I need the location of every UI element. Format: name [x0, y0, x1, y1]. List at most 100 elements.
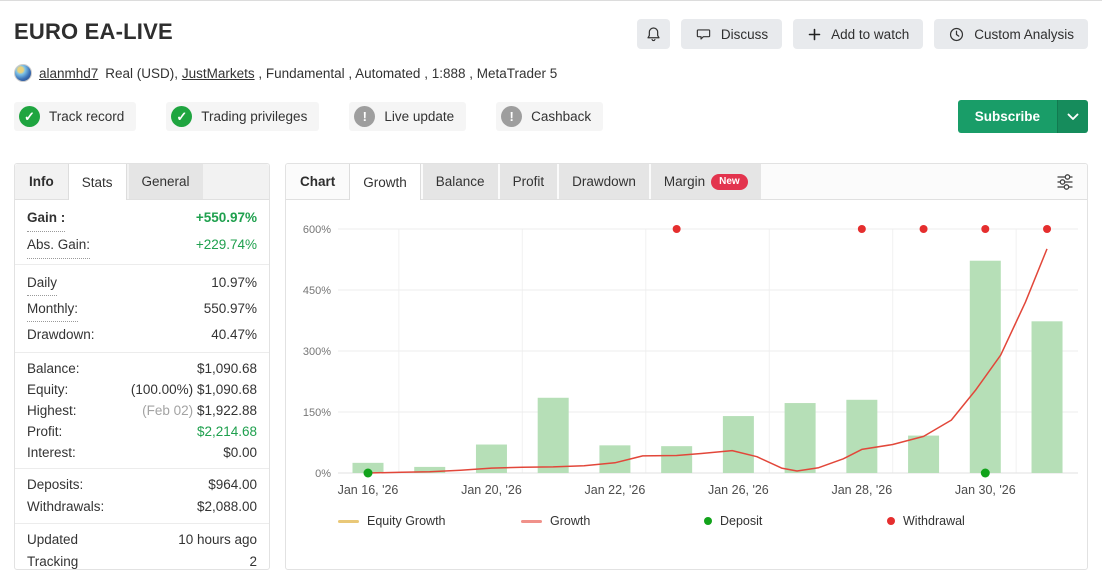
account-type-text: Real (USD), — [105, 66, 182, 81]
stat-value-text: $1,090.68 — [197, 361, 257, 376]
check-icon: ✓ — [19, 106, 40, 127]
header-actions: Discuss Add to watch Custom Analysis — [637, 19, 1088, 49]
stat-label: Tracking — [27, 551, 78, 573]
info-tab-strip: Info StatsGeneral — [15, 164, 269, 200]
stat-value: +550.97% — [196, 205, 257, 231]
x-axis-tick: Jan 22, '26 — [585, 483, 646, 497]
stat-value-text: $1,090.68 — [197, 382, 257, 397]
stat-row-gain: Gain :+550.97% — [27, 205, 257, 232]
stat-label: Drawdown: — [27, 322, 95, 347]
info-group: Daily10.97%Monthly:550.97%Drawdown:40.47… — [15, 265, 269, 353]
clock-icon — [948, 26, 965, 43]
custom-analysis-label: Custom Analysis — [974, 27, 1074, 42]
stat-row-deposits: Deposits: $964.00 — [27, 474, 257, 496]
tab-stats[interactable]: Stats — [68, 164, 127, 200]
stat-label: Updated — [27, 529, 78, 551]
stat-value: +229.74% — [196, 232, 257, 258]
stat-row-highest: Highest:(Feb 02) $1,922.88 — [27, 400, 257, 421]
notifications-button[interactable] — [637, 19, 670, 49]
username-link[interactable]: alanmhd7 — [39, 66, 98, 81]
stat-label: Abs. Gain: — [27, 232, 90, 259]
tab-growth[interactable]: Growth — [349, 164, 421, 200]
stat-value: 40.47% — [211, 322, 257, 347]
tab-drawdown[interactable]: Drawdown — [559, 164, 649, 199]
growth-bar — [785, 403, 816, 473]
badge-label: Cashback — [531, 109, 591, 124]
add-to-watch-button[interactable]: Add to watch — [793, 19, 923, 49]
stat-row-interest: Interest: $0.00 — [27, 442, 257, 463]
exclamation-icon: ! — [354, 106, 375, 127]
chart-settings-button[interactable] — [1055, 172, 1075, 195]
stat-value: $964.00 — [208, 474, 257, 496]
stat-value-prefix: (Feb 02) — [142, 403, 197, 418]
stat-value: 10 hours ago — [178, 529, 257, 551]
legend-swatch-equity-growth — [338, 520, 359, 523]
legend-item-growth: Growth — [521, 514, 704, 528]
growth-bar — [723, 416, 754, 473]
y-axis-tick: 300% — [303, 346, 331, 358]
stat-row-withdrawals: Withdrawals:$2,088.00 — [27, 496, 257, 518]
chevron-down-icon — [1067, 113, 1079, 121]
stat-value-text: 10 hours ago — [178, 532, 257, 547]
broker-link[interactable]: JustMarkets — [182, 66, 255, 81]
tab-margin[interactable]: Margin New — [651, 164, 761, 199]
plus-icon — [807, 27, 822, 42]
subscribe-split-button: Subscribe — [958, 100, 1088, 133]
withdrawal-marker — [920, 225, 928, 233]
subscribe-dropdown-button[interactable] — [1057, 100, 1088, 133]
stat-value-text: 2 — [249, 554, 257, 569]
info-panel-title: Info — [15, 164, 68, 199]
stat-value: $2,214.68 — [197, 421, 257, 442]
subscribe-button[interactable]: Subscribe — [958, 100, 1057, 133]
status-badge-live-update[interactable]: !Live update — [349, 102, 466, 131]
chart-tabs: GrowthBalanceProfitDrawdown Margin New — [349, 164, 762, 199]
avatar[interactable] — [14, 64, 32, 82]
legend-item-deposit: Deposit — [704, 514, 887, 528]
stat-label: Balance: — [27, 358, 80, 379]
tab-profit[interactable]: Profit — [500, 164, 558, 199]
stat-value-prefix: (100.00%) — [131, 382, 197, 397]
status-badge-cashback[interactable]: !Cashback — [496, 102, 603, 131]
growth-bar — [661, 446, 692, 473]
stat-value-text: $0.00 — [223, 445, 257, 460]
growth-bar — [599, 445, 630, 473]
x-axis-tick: Jan 28, '26 — [831, 483, 892, 497]
discuss-button[interactable]: Discuss — [681, 19, 782, 49]
stat-value-text: $964.00 — [208, 477, 257, 492]
info-group: Gain :+550.97%Abs. Gain: +229.74% — [15, 200, 269, 265]
stat-value: 2 — [249, 551, 257, 573]
stat-row-daily: Daily10.97% — [27, 270, 257, 296]
stat-label: Deposits: — [27, 474, 83, 496]
info-rows: Gain :+550.97%Abs. Gain: +229.74% Daily10.… — [15, 200, 269, 578]
legend-swatch-growth — [521, 520, 542, 523]
growth-bar — [970, 261, 1001, 473]
badges-row: ✓ Track record ✓Trading privileges !Live up… — [0, 102, 1102, 136]
legend-swatch-deposit — [704, 517, 712, 525]
status-badge-trading-privileges[interactable]: ✓Trading privileges — [166, 102, 319, 131]
stat-value: 550.97% — [204, 296, 257, 321]
info-group: Deposits: $964.00 Withdrawals:$2,088.00 — [15, 469, 269, 524]
filter-sliders-icon — [1055, 172, 1075, 192]
stat-value-text: 40.47% — [211, 327, 257, 342]
growth-bar — [846, 400, 877, 473]
growth-bar — [538, 398, 569, 473]
stat-label: Interest: — [27, 442, 76, 463]
custom-analysis-button[interactable]: Custom Analysis — [934, 19, 1088, 49]
stat-row-equity: Equity:(100.00%) $1,090.68 — [27, 379, 257, 400]
new-badge: New — [711, 174, 748, 190]
tab-label: Margin — [664, 174, 705, 189]
discuss-bubble-icon — [695, 26, 712, 42]
account-attributes-text: , Fundamental , Automated , 1:888 , Meta… — [255, 66, 558, 81]
chart-panel-title: Chart — [286, 164, 349, 199]
y-axis-tick: 450% — [303, 285, 331, 297]
tab-general[interactable]: General — [129, 164, 203, 199]
stat-value-text: +229.74% — [196, 237, 257, 252]
status-badge-track-record[interactable]: ✓ Track record — [14, 102, 136, 131]
deposit-marker — [981, 469, 990, 478]
growth-bar — [1032, 321, 1063, 473]
stat-value: $1,090.68 — [197, 358, 257, 379]
stat-value: $0.00 — [223, 442, 257, 463]
tab-balance[interactable]: Balance — [423, 164, 498, 199]
badge-label: Track record — [49, 109, 124, 124]
withdrawal-marker — [981, 225, 989, 233]
